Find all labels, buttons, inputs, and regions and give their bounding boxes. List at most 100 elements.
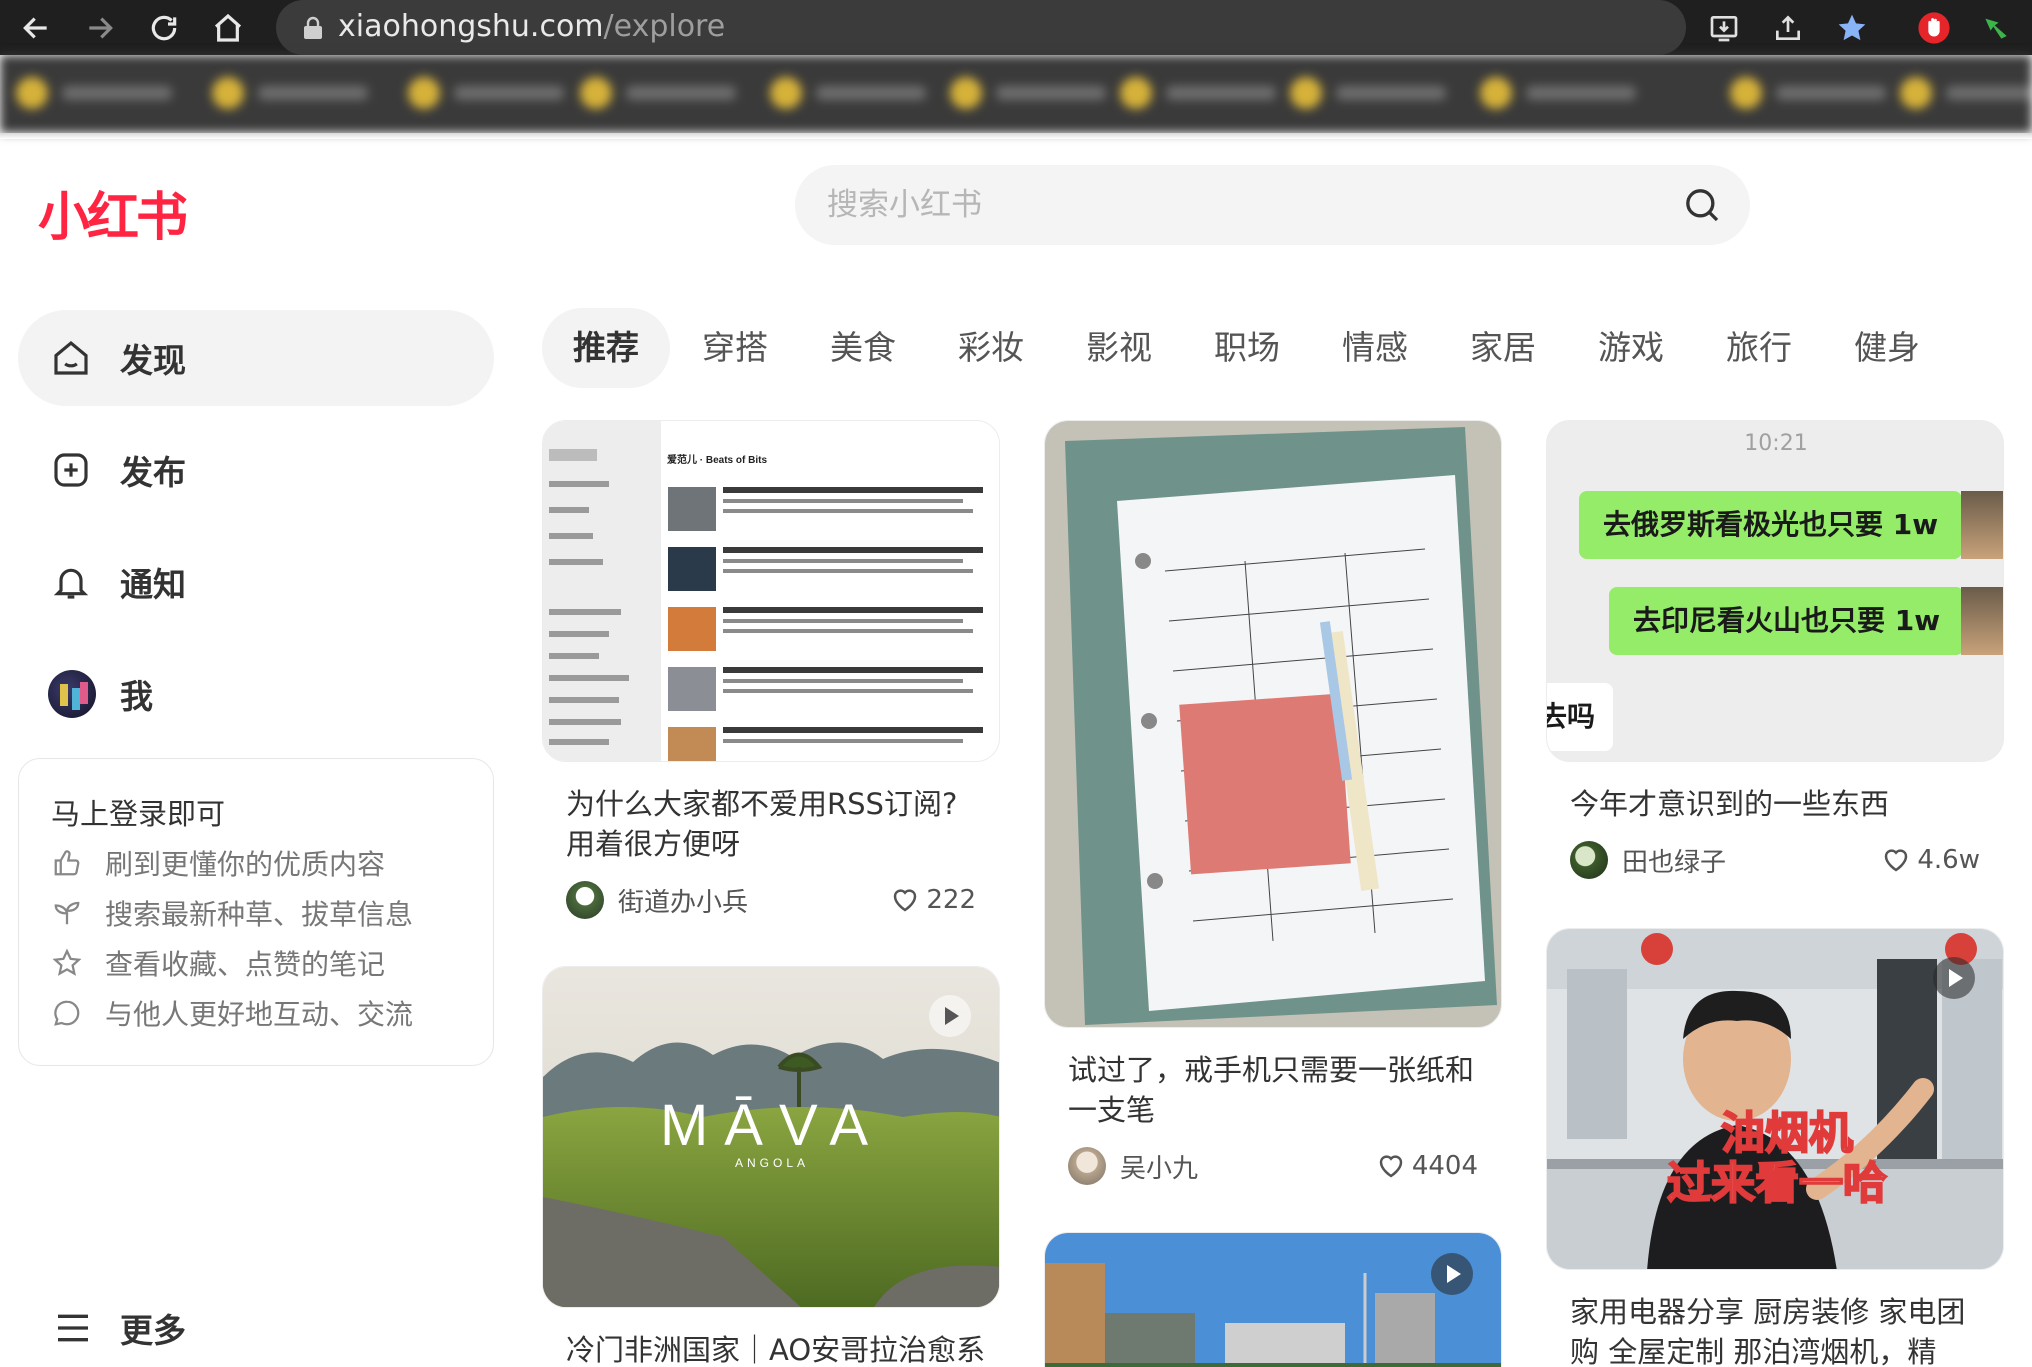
url-text: xiaohongshu.com/explore — [338, 8, 725, 46]
tab-games[interactable]: 游戏 — [1582, 308, 1680, 388]
note-title: 为什么大家都不爱用RSS订阅?用着很方便呀 — [566, 787, 958, 861]
tab-emotion[interactable]: 情感 — [1326, 308, 1424, 388]
logo[interactable]: 小红书 — [38, 175, 188, 250]
sidebar-item-label: 通知 — [120, 565, 186, 604]
chat-avatar — [1961, 587, 2003, 655]
login-benefit-text: 与他人更好地互动、交流 — [105, 998, 414, 1031]
note-author[interactable]: 街道办小兵 — [566, 880, 748, 920]
author-avatar — [566, 881, 604, 919]
note-title: 家用电器分享 厨房装修 家电团购 全屋定制 那泊湾烟机，精细... — [1570, 1295, 1966, 1367]
menu-icon — [52, 1307, 94, 1349]
note-title: 试过了，戒手机只需要一张纸和一支笔 — [1068, 1053, 1475, 1127]
like-count: 4.6w — [1917, 845, 1980, 875]
note-cover-image[interactable] — [1044, 420, 1502, 1028]
cover-caption: 过来看一哈 — [1666, 1158, 1888, 1210]
sprout-icon — [51, 897, 83, 929]
avatar — [48, 670, 96, 718]
search-input[interactable]: 搜索小红书 — [827, 185, 982, 225]
author-name: 吴小九 — [1120, 1153, 1199, 1184]
login-benefit-row: 搜索最新种草、拔草信息 — [51, 893, 413, 933]
heart-icon — [894, 889, 917, 912]
lock-icon — [302, 16, 324, 40]
home-icon — [50, 337, 92, 379]
note-author[interactable]: 吴小九 — [1068, 1146, 1198, 1186]
tab-career[interactable]: 职场 — [1198, 308, 1296, 388]
login-benefit-row: 刷到更懂你的优质内容 — [51, 843, 385, 883]
address-bar[interactable]: xiaohongshu.com/explore — [276, 0, 1686, 55]
chat-bubble: 去吗 — [1547, 683, 1614, 751]
note-title: 冷门非洲国家｜AO安哥拉治愈系 — [566, 1333, 986, 1367]
tab-makeup[interactable]: 彩妆 — [942, 308, 1040, 388]
search-bar[interactable]: 搜索小红书 — [795, 165, 1750, 245]
login-prompt-card[interactable]: 马上登录即可 刷到更懂你的优质内容 搜索最新种草、拔草信息 查看收藏、点赞的笔记… — [18, 758, 494, 1066]
forward-icon[interactable] — [78, 6, 122, 50]
like-button[interactable]: 4.6w — [1881, 840, 1980, 880]
video-play-icon — [1431, 1253, 1473, 1295]
author-name: 田也绿子 — [1622, 847, 1727, 878]
sidebar-item-label: 发布 — [120, 453, 186, 492]
author-name: 街道办小兵 — [618, 887, 749, 918]
install-icon[interactable] — [1704, 8, 1744, 48]
extension-stop-icon[interactable] — [1914, 8, 1954, 48]
chat-timestamp: 10:21 — [1744, 431, 1808, 456]
note-cover-image[interactable]: 爱范儿 · Beats of Bits — [542, 420, 1000, 762]
heart-icon — [1885, 849, 1908, 872]
author-avatar — [1570, 841, 1608, 879]
note-title: 今年才意识到的一些东西 — [1570, 787, 1890, 821]
author-avatar — [1068, 1147, 1106, 1185]
tab-recommend[interactable]: 推荐 — [542, 308, 670, 388]
plus-square-icon — [50, 449, 92, 491]
sidebar-more-button[interactable]: 更多 — [18, 1290, 318, 1366]
note-cover-image[interactable]: 油烟机 过来看一哈 — [1546, 928, 2004, 1270]
extension-arrow-icon[interactable] — [1976, 8, 2016, 48]
tab-movies[interactable]: 影视 — [1070, 308, 1168, 388]
reload-icon[interactable] — [142, 6, 186, 50]
tab-travel[interactable]: 旅行 — [1710, 308, 1808, 388]
chat-avatar — [1961, 491, 2003, 559]
sidebar-item-publish[interactable]: 发布 — [18, 422, 494, 518]
video-play-icon — [929, 995, 971, 1037]
thumbs-up-icon — [51, 847, 83, 879]
sidebar-more-label: 更多 — [120, 1311, 186, 1350]
tab-outfit[interactable]: 穿搭 — [686, 308, 784, 388]
login-card-title: 马上登录即可 — [51, 797, 226, 831]
sidebar-item-discover[interactable]: 发现 — [18, 310, 494, 406]
like-count: 4404 — [1411, 1151, 1478, 1181]
url-path: /explore — [603, 9, 726, 44]
like-button[interactable]: 4404 — [1376, 1146, 1478, 1186]
sidebar-item-notifications[interactable]: 通知 — [18, 534, 494, 630]
cover-caption: 油烟机 — [1720, 1108, 1854, 1160]
bell-icon — [50, 561, 92, 603]
sidebar-item-label: 我 — [120, 677, 153, 716]
login-benefit-text: 搜索最新种草、拔草信息 — [105, 898, 414, 931]
bookmark-star-icon[interactable] — [1832, 8, 1872, 48]
note-author[interactable]: 田也绿子 — [1570, 840, 1726, 880]
back-icon[interactable] — [14, 6, 58, 50]
sidebar-item-me[interactable]: 我 — [18, 646, 494, 742]
note-cover-image[interactable] — [1044, 1232, 1502, 1367]
login-benefit-row: 查看收藏、点赞的笔记 — [51, 943, 385, 983]
cover-overlay-subtitle: ANGOLA — [735, 1156, 809, 1170]
url-domain: xiaohongshu.com — [338, 9, 604, 44]
login-benefit-row: 与他人更好地互动、交流 — [51, 993, 413, 1033]
home-icon[interactable] — [206, 6, 250, 50]
tab-food[interactable]: 美食 — [814, 308, 912, 388]
star-icon — [51, 947, 83, 979]
share-icon[interactable] — [1768, 8, 1808, 48]
bookmarks-bar — [0, 55, 2032, 133]
comment-icon — [51, 997, 83, 1029]
tab-fitness[interactable]: 健身 — [1838, 308, 1936, 388]
chat-bubble: 去俄罗斯看极光也只要 1w — [1579, 491, 1963, 559]
cover-app-title: 爱范儿 · Beats of Bits — [667, 453, 767, 466]
note-cover-image[interactable]: 10:21 去俄罗斯看极光也只要 1w 去印尼看火山也只要 1w 去吗 — [1546, 420, 2004, 762]
like-button[interactable]: 222 — [890, 880, 976, 920]
sidebar-item-label: 发现 — [120, 341, 186, 380]
like-count: 222 — [926, 885, 976, 915]
note-cover-image[interactable]: MĀVA ANGOLA — [542, 966, 1000, 1308]
login-benefit-text: 刷到更懂你的优质内容 — [105, 848, 386, 881]
login-benefit-text: 查看收藏、点赞的笔记 — [105, 948, 386, 981]
video-play-icon — [1933, 957, 1975, 999]
heart-icon — [1379, 1155, 1403, 1178]
tab-home[interactable]: 家居 — [1454, 308, 1552, 388]
search-icon[interactable] — [1682, 185, 1722, 225]
